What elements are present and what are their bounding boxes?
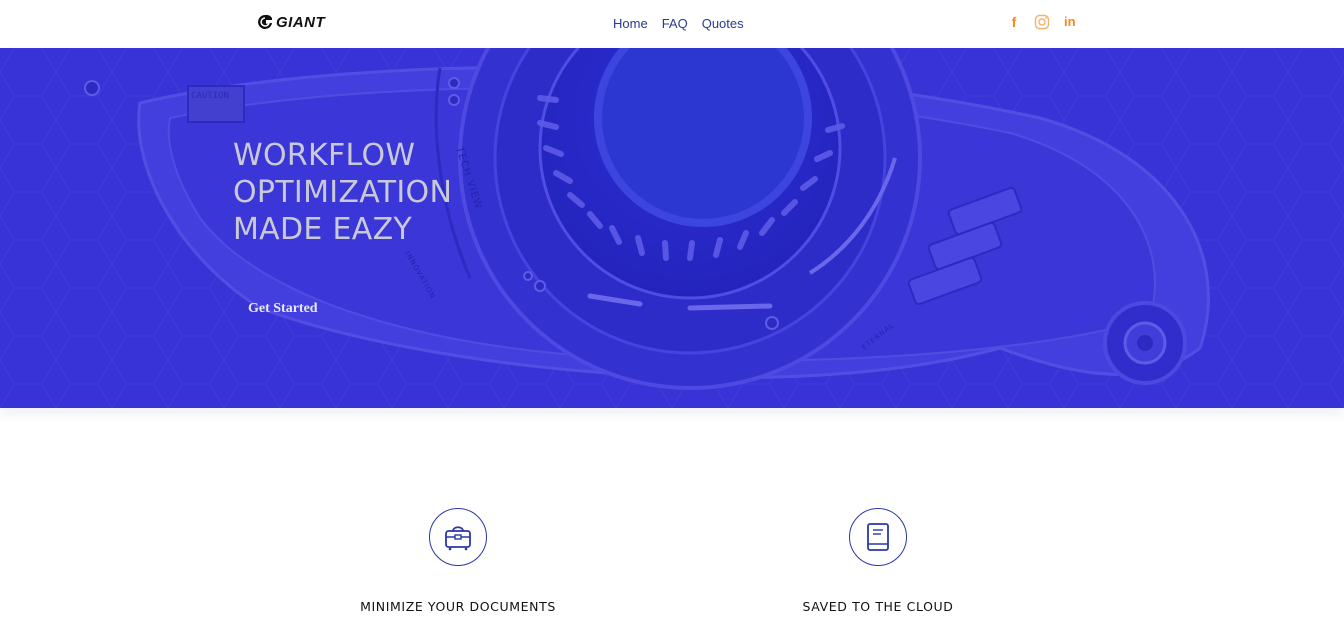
social-links: f in [1008,14,1076,30]
nav-faq-link[interactable]: FAQ [662,16,688,32]
feature-icon-circle [429,508,487,566]
robot-eye-illustration: CAUTION TECH VIEW INNOVATION ETERNAL [0,48,1344,408]
top-header: GIANT Home FAQ Quotes f in [0,0,1344,48]
hero-title: WORKFLOW OPTIMIZATION MADE EAZY [233,137,452,248]
logo-text: GIANT [276,13,326,31]
instagram-icon[interactable] [1034,14,1050,30]
hero-title-line-1: WORKFLOW [233,138,416,173]
facebook-icon[interactable]: f [1008,14,1020,30]
linkedin-icon[interactable]: in [1064,14,1076,30]
feature-label: MINIMIZE YOUR DOCUMENTS [360,599,556,614]
giant-logo-icon [258,14,272,29]
hero-banner: CAUTION TECH VIEW INNOVATION ETERNAL WOR… [0,48,1344,408]
get-started-button[interactable]: Get Started [248,301,318,317]
feature-minimize-documents: MINIMIZE YOUR DOCUMENTS [298,508,618,614]
feature-saved-cloud: SAVED TO THE CLOUD [718,508,1038,614]
feature-icon-circle [849,508,907,566]
nav-home-link[interactable]: Home [613,16,648,32]
nav-quotes-link[interactable]: Quotes [702,16,744,32]
hero-title-line-3: MADE EAZY [233,212,413,247]
feature-label: SAVED TO THE CLOUD [802,599,954,614]
briefcase-icon [445,526,471,551]
hero-title-line-2: OPTIMIZATION [233,175,453,210]
brand-logo[interactable]: GIANT [256,13,325,31]
main-nav: Home FAQ Quotes [613,16,744,32]
book-icon [867,523,889,551]
